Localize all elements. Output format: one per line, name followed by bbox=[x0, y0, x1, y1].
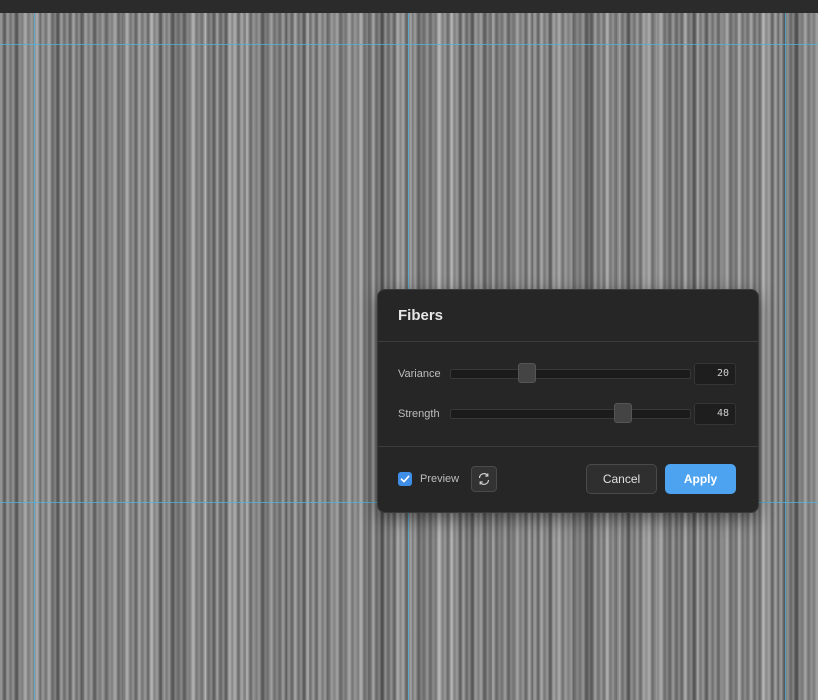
strength-slider-thumb[interactable] bbox=[614, 403, 633, 423]
refresh-button[interactable] bbox=[471, 466, 497, 492]
preview-label[interactable]: Preview bbox=[420, 473, 459, 485]
variance-slider-thumb[interactable] bbox=[518, 363, 537, 383]
apply-button[interactable]: Apply bbox=[665, 464, 736, 494]
variance-slider[interactable] bbox=[450, 363, 691, 383]
top-toolbar bbox=[0, 0, 818, 13]
guide-vertical[interactable] bbox=[34, 13, 35, 700]
fibers-dialog: Fibers Variance 20 Strength 48 Preview C… bbox=[377, 289, 759, 513]
strength-input[interactable]: 48 bbox=[694, 403, 736, 425]
guide-horizontal[interactable] bbox=[0, 44, 818, 45]
divider bbox=[378, 341, 758, 342]
refresh-icon bbox=[478, 473, 490, 485]
variance-label: Variance bbox=[398, 368, 441, 380]
check-icon bbox=[400, 475, 410, 483]
divider bbox=[378, 446, 758, 447]
variance-input[interactable]: 20 bbox=[694, 363, 736, 385]
preview-checkbox[interactable] bbox=[398, 472, 412, 486]
guide-vertical[interactable] bbox=[785, 13, 786, 700]
dialog-title: Fibers bbox=[398, 307, 444, 324]
cancel-button[interactable]: Cancel bbox=[586, 464, 657, 494]
strength-label: Strength bbox=[398, 408, 440, 420]
strength-slider[interactable] bbox=[450, 403, 691, 423]
